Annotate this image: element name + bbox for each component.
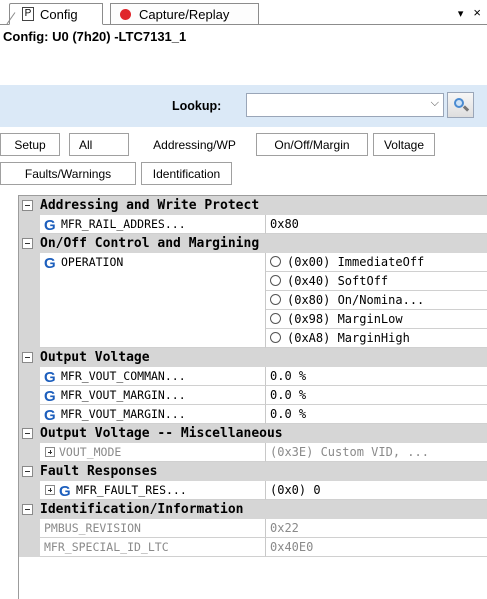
section-addressing[interactable]: Addressing and Write Protect bbox=[19, 196, 487, 215]
filter-faults-warnings-button[interactable]: Faults/Warnings bbox=[0, 162, 136, 185]
property-name: MFR_SPECIAL_ID_LTC bbox=[40, 538, 266, 557]
property-value[interactable]: 0x40E0 bbox=[266, 538, 487, 557]
property-row[interactable]: VOUT_MODE (0x3E) Custom VID, ... bbox=[19, 443, 487, 462]
property-row[interactable]: G MFR_VOUT_MARGIN... 0.0 % bbox=[19, 386, 487, 405]
filter-addressing-button[interactable]: Addressing/WP bbox=[138, 133, 251, 156]
global-g-icon: G bbox=[44, 388, 56, 405]
property-name: MFR_VOUT_MARGIN... bbox=[61, 388, 186, 402]
property-value[interactable]: 0.0 % bbox=[266, 405, 487, 424]
section-output-voltage[interactable]: Output Voltage bbox=[19, 348, 487, 367]
radio-button[interactable] bbox=[270, 256, 281, 267]
operation-option[interactable]: (0xA8) MarginHigh bbox=[266, 329, 487, 348]
property-name: MFR_FAULT_RES... bbox=[76, 483, 187, 497]
section-title: Output Voltage bbox=[40, 350, 150, 365]
property-row[interactable]: G MFR_VOUT_MARGIN... 0.0 % bbox=[19, 405, 487, 424]
property-value[interactable]: 0x22 bbox=[266, 519, 487, 538]
property-value[interactable]: (0x3E) Custom VID, ... bbox=[266, 443, 487, 462]
property-value[interactable]: (0x0) 0 bbox=[266, 481, 487, 500]
collapse-icon[interactable] bbox=[22, 504, 33, 515]
collapse-icon[interactable] bbox=[22, 238, 33, 249]
tab-controls: ▾ × bbox=[458, 5, 481, 20]
property-value[interactable]: 0.0 % bbox=[266, 367, 487, 386]
tab-menu-dropdown-icon[interactable]: ▾ bbox=[458, 7, 464, 20]
global-g-icon: G bbox=[59, 483, 71, 500]
page-icon: P bbox=[22, 7, 34, 21]
collapse-icon[interactable] bbox=[22, 466, 33, 477]
global-g-icon: G bbox=[44, 255, 56, 272]
section-title: Addressing and Write Protect bbox=[40, 198, 260, 213]
collapse-icon[interactable] bbox=[22, 428, 33, 439]
collapse-icon[interactable] bbox=[22, 200, 33, 211]
property-grid: Addressing and Write Protect G MFR_RAIL_A… bbox=[18, 195, 487, 599]
radio-button[interactable] bbox=[270, 332, 281, 343]
section-title: Output Voltage -- Miscellaneous bbox=[40, 426, 283, 441]
radio-button[interactable] bbox=[270, 275, 281, 286]
property-name: MFR_RAIL_ADDRES... bbox=[61, 217, 186, 231]
property-name: MFR_VOUT_COMMAN... bbox=[61, 369, 186, 383]
config-title: Config: U0 (7h20) -LTC7131_1 bbox=[3, 29, 187, 44]
tab-capture-replay[interactable]: Capture/Replay bbox=[110, 3, 259, 25]
section-title: Fault Responses bbox=[40, 464, 158, 479]
section-onoff[interactable]: On/Off Control and Margining bbox=[19, 234, 487, 253]
filter-voltage-button[interactable]: Voltage bbox=[373, 133, 435, 156]
property-value[interactable]: 0.0 % bbox=[266, 386, 487, 405]
property-row[interactable]: MFR_SPECIAL_ID_LTC 0x40E0 bbox=[19, 538, 487, 557]
chevron-down-icon[interactable]: ⌵ bbox=[431, 97, 439, 110]
tab-config[interactable]: P Config bbox=[9, 3, 103, 25]
property-row[interactable]: G MFR_RAIL_ADDRES... 0x80 bbox=[19, 215, 487, 234]
collapse-icon[interactable] bbox=[22, 352, 33, 363]
property-row[interactable]: PMBUS_REVISION 0x22 bbox=[19, 519, 487, 538]
expand-icon[interactable] bbox=[45, 485, 55, 495]
operation-option[interactable]: (0x80) On/Nomina... bbox=[266, 291, 487, 310]
filter-onoff-margin-button[interactable]: On/Off/Margin bbox=[256, 133, 368, 156]
tab-strip: P Config Capture/Replay ▾ × bbox=[0, 0, 487, 26]
search-icon bbox=[453, 98, 469, 112]
property-value[interactable]: 0x80 bbox=[266, 215, 487, 234]
filter-all-button[interactable]: All bbox=[69, 133, 129, 156]
lookup-combobox[interactable]: ⌵ bbox=[246, 93, 444, 117]
section-fault-responses[interactable]: Fault Responses bbox=[19, 462, 487, 481]
filter-identification-button[interactable]: Identification bbox=[141, 162, 232, 185]
section-title: Identification/Information bbox=[40, 502, 244, 517]
property-row[interactable]: G MFR_FAULT_RES... (0x0) 0 bbox=[19, 481, 487, 500]
property-name: OPERATION bbox=[61, 255, 124, 269]
lookup-label: Lookup: bbox=[172, 99, 222, 113]
global-g-icon: G bbox=[44, 407, 56, 424]
property-name: PMBUS_REVISION bbox=[40, 519, 266, 538]
lookup-bar: Lookup: ⌵ bbox=[0, 85, 487, 127]
property-row[interactable]: G MFR_VOUT_COMMAN... 0.0 % bbox=[19, 367, 487, 386]
operation-option[interactable]: (0x40) SoftOff bbox=[266, 272, 487, 291]
tab-config-label: Config bbox=[40, 6, 78, 22]
radio-button[interactable] bbox=[270, 313, 281, 324]
property-name: MFR_VOUT_MARGIN... bbox=[61, 407, 186, 421]
section-output-voltage-misc[interactable]: Output Voltage -- Miscellaneous bbox=[19, 424, 487, 443]
record-icon bbox=[120, 8, 131, 20]
global-g-icon: G bbox=[44, 217, 56, 234]
operation-option[interactable]: (0x98) MarginLow bbox=[266, 310, 487, 329]
section-identification[interactable]: Identification/Information bbox=[19, 500, 487, 519]
lookup-search-button[interactable] bbox=[447, 92, 474, 118]
filter-setup-button[interactable]: Setup bbox=[0, 133, 60, 156]
close-icon[interactable]: × bbox=[473, 5, 481, 20]
expand-icon[interactable] bbox=[45, 447, 55, 457]
section-title: On/Off Control and Margining bbox=[40, 236, 260, 251]
property-row-operation: G OPERATION (0x00) ImmediateOff (0x40) So… bbox=[19, 253, 487, 348]
tab-capture-label: Capture/Replay bbox=[139, 6, 230, 22]
operation-option[interactable]: (0x00) ImmediateOff bbox=[266, 253, 487, 272]
global-g-icon: G bbox=[44, 369, 56, 386]
property-name: VOUT_MODE bbox=[59, 445, 122, 459]
radio-button[interactable] bbox=[270, 294, 281, 305]
